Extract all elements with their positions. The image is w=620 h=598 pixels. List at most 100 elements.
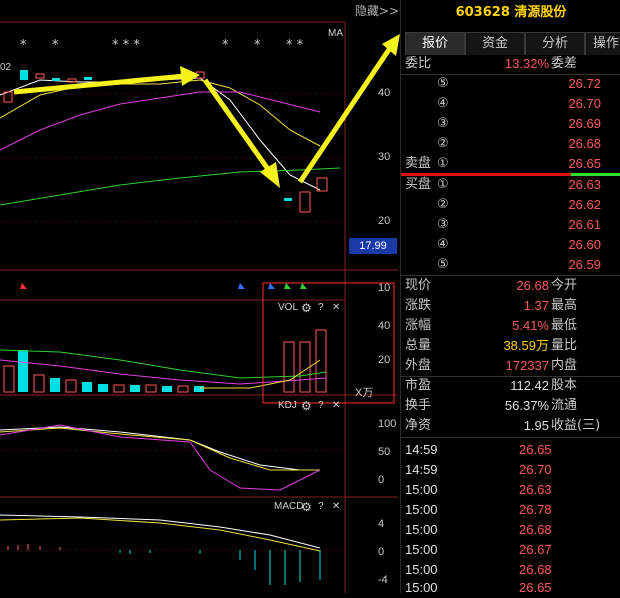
help-icon[interactable]: ? (318, 302, 324, 313)
fund-label-right: 股本 (551, 378, 578, 393)
gear-icon[interactable]: ⚙ (301, 399, 312, 413)
fund-row: 换手 56.37% 流通 (401, 396, 620, 416)
sell-price: 26.68 (568, 136, 601, 151)
help-icon[interactable]: ? (318, 400, 324, 411)
level-label: ② (437, 197, 449, 212)
vol-axis-label: 20 (378, 354, 391, 366)
quote-label: 涨幅 (405, 318, 432, 333)
quote-panel: 603628 清源股份 报价 资金 分析 操作 委比 13.32% 委差 ⑤ 26… (400, 0, 620, 595)
gear-icon[interactable]: ⚙ (301, 301, 312, 315)
quote-label-right: 今开 (551, 278, 578, 293)
level-label: ① (437, 177, 449, 192)
buy-row[interactable]: ⑤ 26.59 (401, 255, 620, 275)
tick-price: 26.78 (519, 502, 552, 517)
star-marker: * (254, 38, 261, 53)
buy-row[interactable]: ④ 26.60 (401, 235, 620, 255)
tick-time: 15:00 (405, 522, 438, 537)
star-marker: * (52, 38, 59, 53)
sell-price: 26.65 (568, 156, 601, 171)
macd-axis-label: 4 (378, 518, 385, 530)
tick-time: 15:00 (405, 502, 438, 517)
tick-time: 15:00 (405, 562, 438, 577)
tab-operation[interactable]: 操作 (585, 32, 620, 55)
tab-analysis[interactable]: 分析 (525, 32, 585, 55)
tick-price: 26.70 (519, 462, 552, 477)
quote-label-right: 量比 (551, 338, 578, 353)
kdj-axis-label: 50 (378, 446, 391, 458)
help-icon[interactable]: ? (318, 501, 324, 512)
sell-price: 26.69 (568, 116, 601, 131)
quote-label-right: 内盘 (551, 358, 578, 373)
sell-label: 卖盘 (405, 156, 432, 171)
quote-label: 外盘 (405, 358, 432, 373)
quote-label: 总量 (405, 338, 432, 353)
macd-histogram (7, 544, 321, 585)
vol-axis-label: 10 (378, 282, 391, 294)
kdj-label: KDJ (278, 400, 297, 411)
buy-row[interactable]: ② 26.62 (401, 195, 620, 215)
level-label: ② (437, 136, 449, 151)
fund-row: 净资 1.95 收益(三) (401, 416, 620, 436)
hide-panel-button[interactable]: 隐藏>> (355, 2, 399, 19)
level-label: ③ (437, 217, 449, 232)
chart-area[interactable]: 隐藏>> 02 MA * * * * * * * * * 40 30 20 17… (0, 0, 400, 593)
close-icon[interactable]: ✕ (332, 501, 340, 512)
quote-row: 涨跌 1.37 最高 (401, 296, 620, 316)
quote-label-right: 最高 (551, 298, 578, 313)
macd-label: MACD (274, 501, 304, 512)
tick-price: 26.65 (519, 580, 552, 595)
tick-row: 15:00 26.67 (401, 540, 620, 560)
tick-time: 15:00 (405, 482, 438, 497)
ratio-row: 委比 13.32% 委差 (401, 54, 620, 74)
tick-price: 26.67 (519, 542, 552, 557)
kdj-axis-label: 0 (378, 474, 385, 486)
buy-row[interactable]: 买盘 ① 26.63 (401, 175, 620, 195)
kdj-axis-label: 100 (378, 418, 397, 430)
highlight-box (262, 282, 395, 404)
tick-row: 15:00 26.78 (401, 500, 620, 520)
sell-row[interactable]: ⑤ 26.72 (401, 74, 620, 94)
tick-row: 15:00 26.68 (401, 560, 620, 580)
quote-row: 现价 26.68 今开 (401, 276, 620, 296)
ratio-value: 13.32% (504, 56, 549, 71)
quote-row: 涨幅 5.41% 最低 (401, 316, 620, 336)
sell-row[interactable]: ③ 26.69 (401, 114, 620, 134)
price-axis-label: 20 (378, 215, 391, 227)
level-label: ⑤ (437, 257, 449, 272)
quote-value: 38.59万 (503, 338, 549, 353)
macd-axis-label: 0 (378, 546, 385, 558)
fund-value: 1.95 (523, 418, 549, 433)
sell-price: 26.70 (568, 96, 601, 111)
tick-price: 26.68 (519, 562, 552, 577)
vol-label: VOL (278, 302, 299, 313)
buy-price: 26.61 (568, 217, 601, 232)
buy-price: 26.63 (568, 177, 601, 192)
buy-price: 26.60 (568, 237, 601, 252)
tick-time: 15:00 (405, 580, 438, 595)
fund-row: 市盈 112.42 股本 (401, 376, 620, 396)
star-marker: * (222, 38, 229, 53)
quote-value: 5.41% (512, 318, 549, 333)
annotation-arrows (13, 34, 400, 188)
quote-label: 涨跌 (405, 298, 432, 313)
close-icon[interactable]: ✕ (332, 400, 340, 411)
quote-value: 1.37 (523, 298, 549, 313)
sell-row[interactable]: ② 26.68 (401, 134, 620, 154)
fund-label: 净资 (405, 418, 432, 433)
gear-icon[interactable]: ⚙ (301, 500, 312, 514)
ma-label: MA (328, 28, 343, 39)
tab-funds[interactable]: 资金 (465, 32, 525, 55)
tab-quote[interactable]: 报价 (405, 32, 465, 55)
quote-label: 现价 (405, 278, 432, 293)
stock-title: 603628 清源股份 (455, 5, 567, 20)
quote-value: 172337 (505, 358, 549, 373)
sell-row[interactable]: 卖盘 ① 26.65 (401, 154, 620, 174)
sell-row[interactable]: ④ 26.70 (401, 94, 620, 114)
buy-row[interactable]: ③ 26.61 (401, 215, 620, 235)
level-label: ① (437, 156, 449, 171)
tab-bar: 报价 资金 分析 操作 (401, 32, 620, 55)
buy-price: 26.59 (568, 257, 601, 272)
price-axis-label: 30 (378, 151, 391, 163)
close-icon[interactable]: ✕ (332, 302, 340, 313)
tick-time: 15:00 (405, 542, 438, 557)
